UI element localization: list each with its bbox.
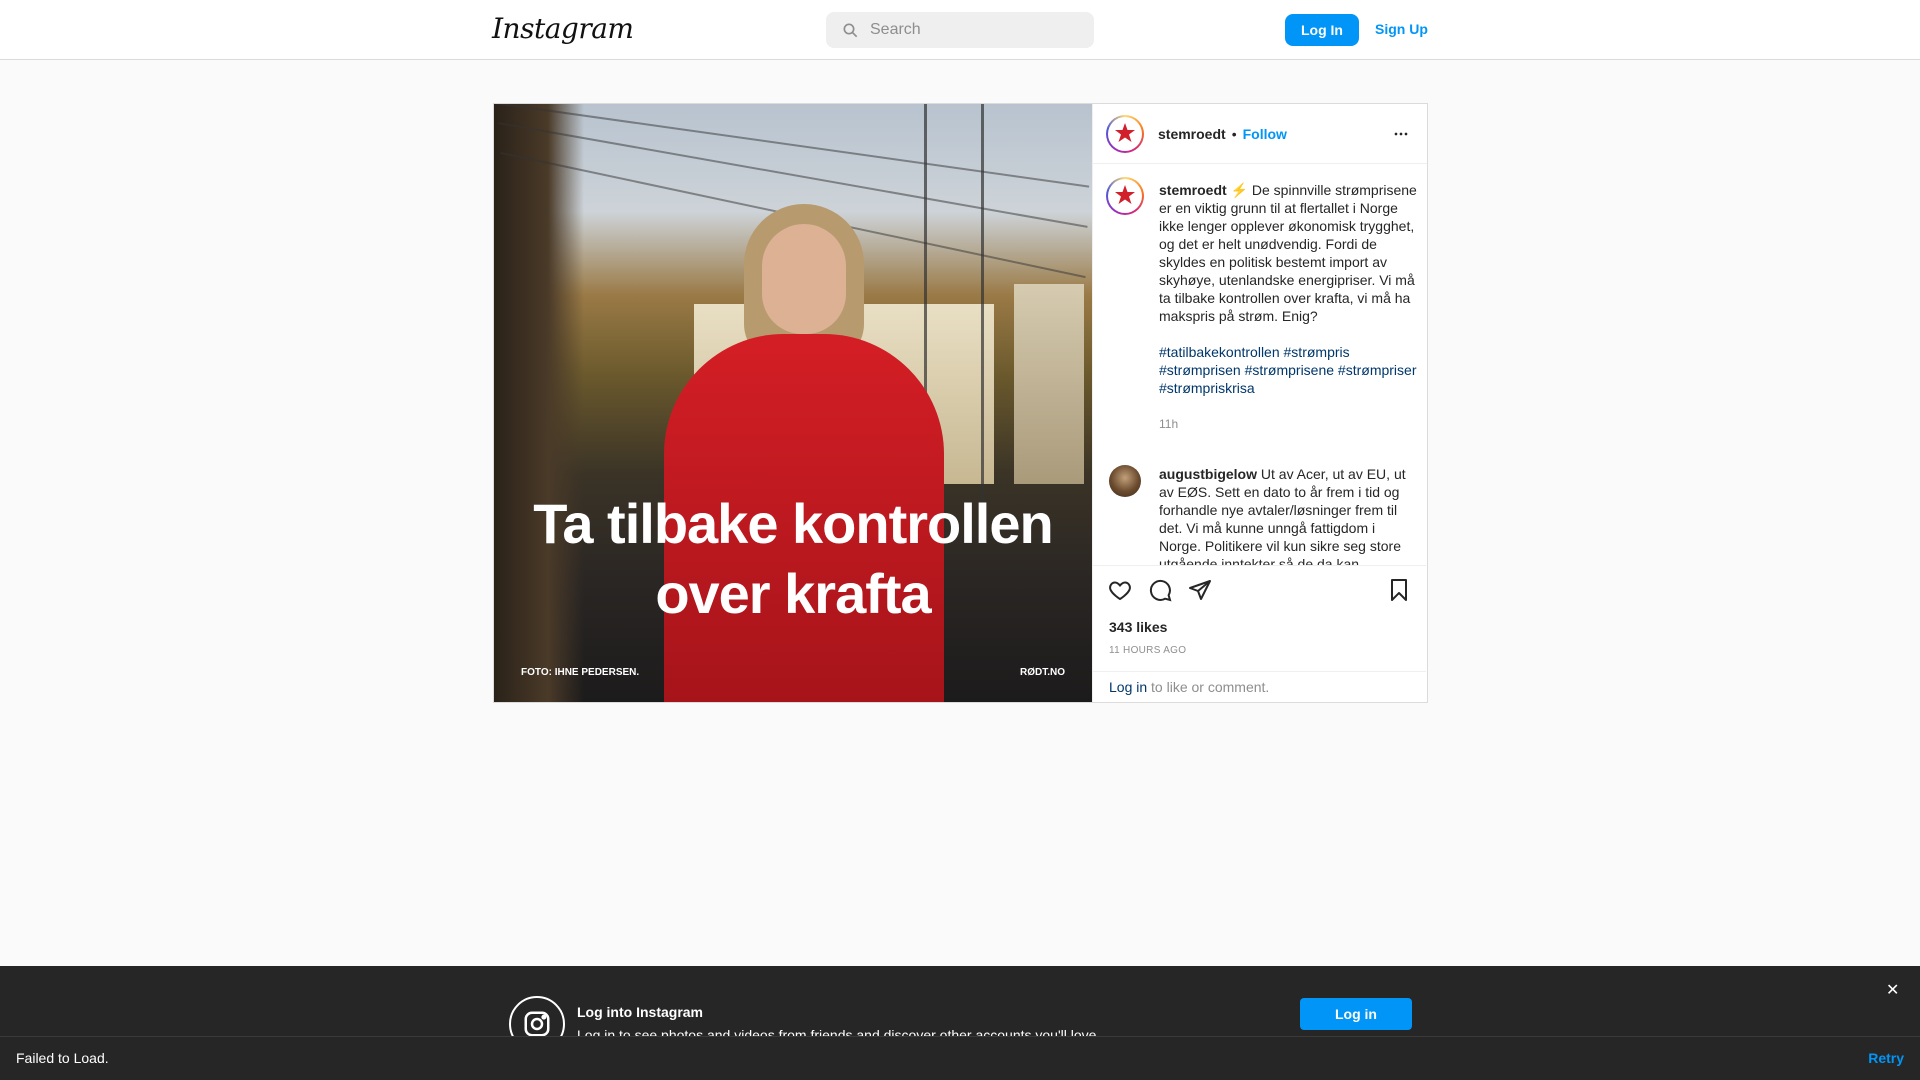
send-icon: [1189, 580, 1211, 600]
caption-time: 11h: [1159, 417, 1179, 431]
image-photo-credit: FOTO: IHNE PEDERSEN.: [521, 667, 640, 678]
rodt-logo-icon: [1108, 179, 1142, 213]
search-input[interactable]: [870, 21, 1090, 39]
post-card: Ta tilbake kontrollen over krafta FOTO: …: [493, 103, 1428, 703]
comment-icon: [1149, 579, 1172, 602]
author-username[interactable]: stemroedt: [1158, 126, 1226, 142]
like-button[interactable]: [1108, 578, 1132, 602]
post-sidebar: stemroedt • Follow stemroedt ⚡ De spinnv…: [1092, 104, 1427, 702]
caption-item: stemroedt ⚡ De spinnville strømprisene e…: [1106, 177, 1417, 431]
save-button[interactable]: [1387, 578, 1411, 602]
comment-button[interactable]: [1148, 578, 1172, 602]
toast-message: Failed to Load.: [16, 1050, 109, 1066]
image-headline: Ta tilbake kontrollen over krafta: [494, 489, 1092, 629]
image-headline-line2: over krafta: [655, 562, 931, 625]
caption-avatar[interactable]: [1106, 177, 1144, 215]
caption-author[interactable]: stemroedt: [1159, 182, 1227, 198]
heart-icon: [1109, 581, 1131, 601]
follow-button[interactable]: Follow: [1243, 126, 1287, 142]
search-bar[interactable]: [826, 12, 1094, 48]
separator-dot: •: [1231, 125, 1237, 142]
search-icon: [843, 23, 858, 38]
image-building: [1014, 284, 1084, 484]
rodt-logo-icon: [1108, 116, 1142, 151]
caption-text: stemroedt ⚡ De spinnville strømprisene e…: [1159, 181, 1419, 397]
comments-section[interactable]: stemroedt ⚡ De spinnville strømprisene e…: [1093, 165, 1426, 565]
post-image[interactable]: Ta tilbake kontrollen over krafta FOTO: …: [494, 104, 1092, 702]
login-button[interactable]: Log In: [1285, 14, 1359, 46]
banner-login-button[interactable]: Log in: [1300, 998, 1412, 1030]
error-toast: Failed to Load. Retry: [0, 1036, 1920, 1080]
top-navigation: Instagram Log In Sign Up: [0, 0, 1920, 60]
share-button[interactable]: [1188, 578, 1212, 602]
post-timestamp: 11 HOURS AGO: [1109, 645, 1187, 656]
post-actions: 343 likes 11 HOURS AGO: [1093, 565, 1426, 656]
signup-button[interactable]: Sign Up: [1375, 21, 1428, 37]
login-prompt-text: to like or comment.: [1147, 679, 1270, 695]
retry-button[interactable]: Retry: [1868, 1050, 1904, 1066]
caption-body: ⚡ De spinnville strømprisene er en vikti…: [1159, 182, 1417, 324]
more-icon: [1394, 132, 1408, 136]
image-site-label: RØDT.NO: [1020, 667, 1065, 678]
banner-title: Log into Instagram: [577, 1004, 703, 1020]
bookmark-icon: [1391, 579, 1407, 601]
comment-text: augustbigelow Ut av Acer, ut av EU, ut a…: [1159, 465, 1419, 565]
comment-author[interactable]: augustbigelow: [1159, 466, 1257, 482]
post-header: stemroedt • Follow: [1093, 104, 1427, 164]
login-link[interactable]: Log in: [1109, 679, 1147, 695]
like-count[interactable]: 343 likes: [1109, 619, 1167, 635]
comment-item: augustbigelow Ut av Acer, ut av EU, ut a…: [1106, 465, 1406, 565]
close-icon[interactable]: ✕: [1886, 980, 1899, 999]
author-avatar[interactable]: [1106, 114, 1144, 153]
more-options-button[interactable]: [1391, 124, 1411, 147]
commenter-avatar[interactable]: [1109, 465, 1141, 497]
image-person-face: [762, 224, 846, 334]
caption-hashtags[interactable]: #tatilbakekontrollen #strømpris #strømpr…: [1159, 344, 1417, 396]
login-prompt: Log in to like or comment.: [1093, 671, 1426, 702]
image-headline-line1: Ta tilbake kontrollen: [533, 492, 1053, 555]
instagram-logo[interactable]: Instagram: [492, 12, 634, 45]
